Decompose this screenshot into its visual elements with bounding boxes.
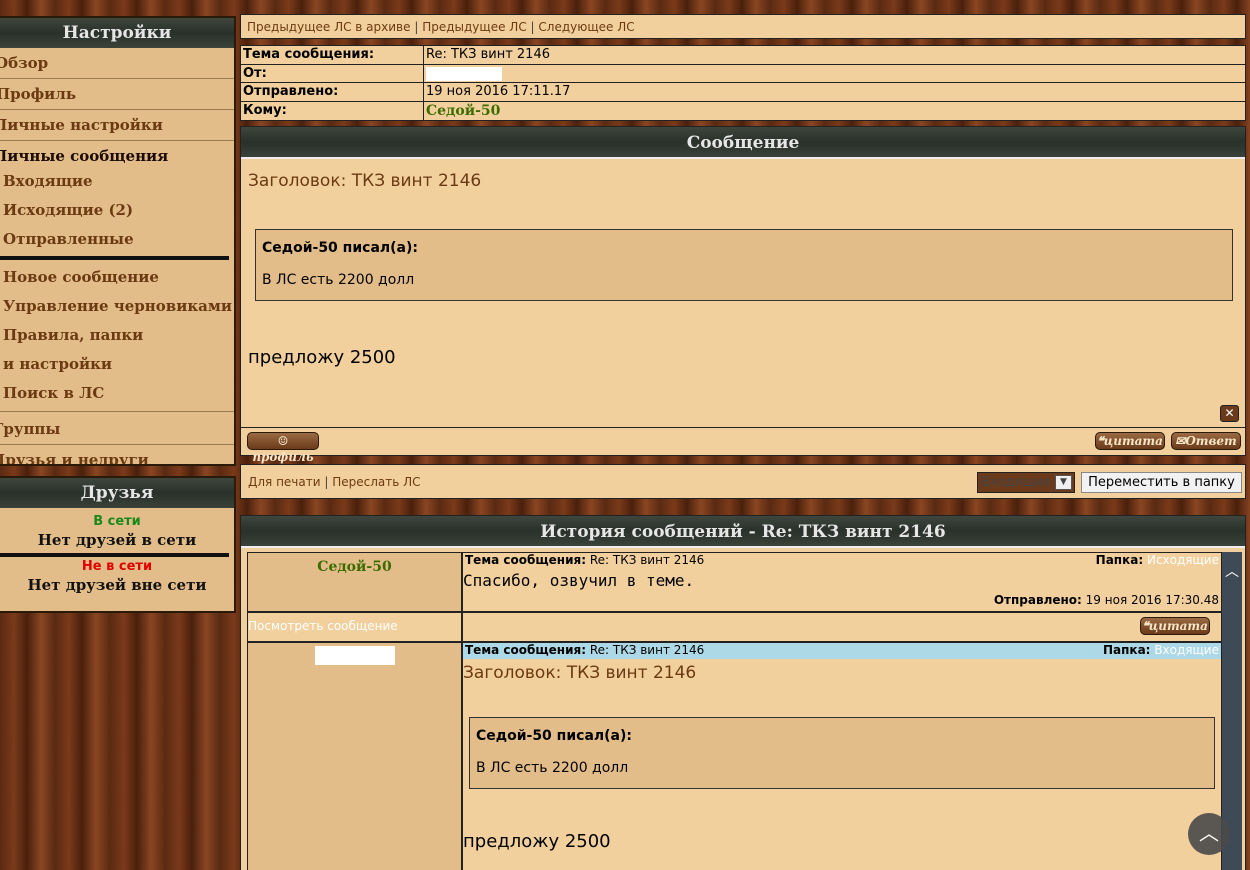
separator: | — [414, 20, 419, 34]
quote-block: Седой-50 писал(а): В ЛС есть 2200 долл — [255, 229, 1233, 301]
history-entry: Тема сообщения: Re: ТКЗ винт 2146 Папка:… — [462, 552, 1222, 612]
nav-groups[interactable]: Группы — [0, 414, 234, 445]
print-link[interactable]: Для печати — [248, 475, 321, 489]
message-history: История сообщений - Re: ТКЗ винт 2146 Се… — [240, 515, 1246, 870]
nav-profile[interactable]: Профиль — [0, 79, 234, 110]
history-view-cell: Посмотреть сообщение — [247, 612, 462, 642]
sent-value: 19 ноя 2016 17:11.17 — [426, 84, 571, 99]
history-title: Заголовок: ТКЗ винт 2146 — [463, 663, 697, 683]
message-footer: ☺профиль ❝цитата ✉Ответ — [241, 427, 1245, 464]
from-value[interactable] — [424, 65, 502, 83]
prev-pm-link[interactable]: Предыдущее ЛС — [422, 20, 526, 34]
next-pm-link[interactable]: Следующее ЛС — [538, 20, 634, 34]
separator: | — [324, 475, 329, 489]
forward-link[interactable]: Переслать ЛС — [332, 475, 420, 489]
history-quote-button[interactable]: ❝цитата — [1140, 617, 1210, 635]
settings-title: Настройки — [0, 18, 234, 48]
scroll-to-top-button[interactable]: ︿ — [1188, 813, 1230, 855]
history-actions-cell: ❝цитата — [462, 612, 1222, 642]
message-body: предложу 2500 — [248, 347, 396, 368]
history-body: предложу 2500 — [463, 831, 611, 852]
to-value[interactable]: Седой-50 — [424, 102, 500, 121]
nav-new-message[interactable]: Новое сообщение — [0, 263, 234, 292]
redacted-username — [314, 646, 395, 665]
redacted-username — [426, 67, 502, 81]
history-folder[interactable]: Исходящие — [1147, 553, 1219, 567]
user-icon: ☺ — [277, 434, 289, 448]
quote-author: Седой-50 писал(а): — [262, 240, 418, 256]
offline-label: Не в сети — [81, 559, 153, 574]
history-folder-label: Папка: — [1103, 643, 1151, 657]
nav-pm-search[interactable]: Поиск в ЛС — [0, 379, 234, 412]
move-to-folder-button[interactable]: Переместить в папку — [1081, 472, 1242, 493]
from-label: От: — [241, 64, 424, 82]
view-message-link[interactable]: Посмотреть сообщение — [248, 619, 398, 633]
chevron-up-icon[interactable]: ︿ — [1222, 562, 1242, 582]
offline-text: Нет друзей вне сети — [27, 576, 207, 594]
history-sent: 19 ноя 2016 17:30.48 — [1085, 593, 1219, 607]
history-subject: Re: ТКЗ винт 2146 — [589, 553, 705, 567]
history-body: Спасибо, озвучил в теме. — [463, 571, 695, 590]
nav-overview[interactable]: Обзор — [0, 48, 234, 79]
nav-inbox[interactable]: Входящие — [0, 167, 234, 196]
online-label: В сети — [93, 514, 141, 529]
message-panel: Сообщение Заголовок: ТКЗ винт 2146 Седой… — [240, 126, 1246, 464]
chevron-down-icon: ▼ — [1055, 475, 1072, 490]
nav-friends-foes[interactable]: Друзья и недруги — [0, 445, 234, 464]
reply-button[interactable]: ✉Ответ — [1171, 432, 1241, 450]
nav-outbox[interactable]: Исходящие (2) — [0, 196, 234, 225]
history-folder-label: Папка: — [1095, 553, 1144, 567]
history-sender[interactable]: Седой-50 — [248, 559, 461, 575]
history-sender-cell: Седой-50 — [247, 552, 462, 612]
separator: | — [530, 20, 535, 34]
divider — [0, 256, 229, 260]
history-sent-label: Отправлено: — [993, 593, 1082, 607]
nav-rules-folders[interactable]: Правила, папки и настройки — [0, 321, 146, 379]
quote-block: Седой-50 писал(а): В ЛС есть 2200 долл — [469, 717, 1215, 789]
nav-personal-settings[interactable]: Личные настройки — [0, 110, 234, 141]
prev-archive-link[interactable]: Предыдущее ЛС в архиве — [247, 20, 411, 34]
quote-text: В ЛС есть 2200 долл — [476, 760, 629, 776]
history-subject: Re: ТКЗ винт 2146 — [589, 643, 705, 657]
subject-value: Re: ТКЗ винт 2146 — [426, 47, 550, 62]
nav-drafts[interactable]: Управление черновиками — [0, 292, 234, 321]
friends-title: Друзья — [0, 478, 234, 508]
message-header: Сообщение — [241, 127, 1245, 159]
sent-label: Отправлено: — [241, 83, 424, 101]
profile-button[interactable]: ☺профиль — [247, 432, 319, 464]
friends-panel: Друзья В сети Нет друзей в сети Не в сет… — [0, 476, 236, 613]
divider — [0, 553, 229, 557]
history-folder[interactable]: Входящие — [1154, 643, 1219, 657]
subject-label: Тема сообщения: — [241, 46, 424, 64]
message-meta: Тема сообщения: Re: ТКЗ винт 2146 От: От… — [240, 45, 1246, 121]
online-text: Нет друзей в сети — [37, 531, 197, 549]
history-subject-label: Тема сообщения: — [465, 643, 586, 657]
folder-select[interactable]: Входящие ▼ — [977, 472, 1075, 493]
chevron-up-icon: ︿ — [1199, 821, 1219, 845]
folder-selected: Входящие — [981, 475, 1052, 490]
pm-navigation: Предыдущее ЛС в архиве | Предыдущее ЛС |… — [240, 14, 1246, 39]
quote-text: В ЛС есть 2200 долл — [262, 272, 415, 288]
close-icon[interactable]: ✕ — [1220, 405, 1239, 422]
quote-author: Седой-50 писал(а): — [476, 728, 632, 744]
to-label: Кому: — [241, 101, 424, 120]
message-actions: Для печати | Переслать ЛС Входящие ▼ Пер… — [240, 464, 1246, 499]
history-entry: Тема сообщения: Re: ТКЗ винт 2146 Папка:… — [462, 642, 1222, 870]
message-subject: Заголовок: ТКЗ винт 2146 — [248, 171, 482, 191]
nav-sent[interactable]: Отправленные — [0, 225, 234, 254]
settings-panel: Настройки Обзор Профиль Личные настройки… — [0, 16, 236, 466]
history-sender-cell — [247, 642, 462, 870]
quote-button[interactable]: ❝цитата — [1095, 432, 1165, 450]
history-subject-label: Тема сообщения: — [465, 553, 586, 567]
history-header: История сообщений - Re: ТКЗ винт 2146 — [241, 516, 1245, 548]
envelope-icon: ✉ — [1175, 434, 1186, 448]
